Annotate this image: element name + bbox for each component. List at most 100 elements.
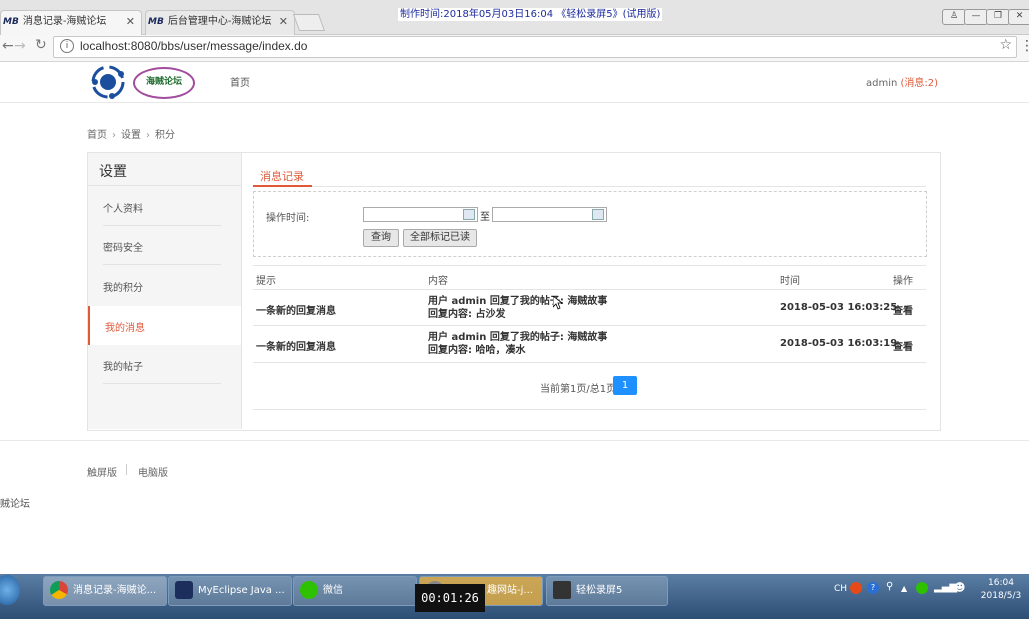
username[interactable]: admin: [866, 78, 897, 89]
chevron-right-icon: ›: [112, 130, 116, 141]
bookmark-star-icon[interactable]: ☆: [999, 37, 1012, 53]
divider: [253, 186, 926, 187]
divider: [126, 464, 127, 475]
forward-icon[interactable]: →: [14, 38, 26, 54]
site-logo-icon[interactable]: [90, 64, 126, 100]
calendar-icon[interactable]: [592, 209, 604, 220]
close-window-icon[interactable]: ✕: [1008, 9, 1029, 25]
pin-icon[interactable]: ⚲: [886, 581, 893, 592]
view-link[interactable]: 查看: [893, 302, 913, 317]
end-date-field[interactable]: [492, 207, 607, 222]
system-tray: CH ? ⚲ ▲ ▂▄▆ ☻: [828, 576, 968, 604]
back-icon[interactable]: ←: [2, 38, 14, 54]
browser-tab-messages[interactable]: MB 消息记录-海贼论坛 ✕: [0, 10, 142, 35]
sidebar-item-posts[interactable]: 我的帖子: [88, 345, 241, 384]
taskbar-item-label: MyEclipse Java ...: [198, 585, 285, 596]
sidebar-item-points[interactable]: 我的积分: [88, 266, 241, 305]
footer-site-name: 贼论坛: [0, 499, 30, 510]
minimize-icon[interactable]: —: [964, 9, 988, 25]
sidebar-item-label[interactable]: 密码安全: [103, 239, 143, 254]
reload-icon[interactable]: ↻: [35, 37, 47, 53]
taskbar-item-chrome[interactable]: 消息记录-海贼论...: [43, 576, 167, 606]
column-header-time: 时间: [780, 276, 800, 287]
restore-icon[interactable]: ❐: [986, 9, 1010, 25]
row-time: 2018-05-03 16:03:25: [780, 302, 898, 313]
row-content-line2: 回复内容: 占沙发: [428, 309, 506, 320]
breadcrumb-settings[interactable]: 设置: [121, 130, 141, 141]
row-tip: 一条新的回复消息: [256, 306, 336, 317]
system-clock[interactable]: 16:04 2018/5/3: [975, 577, 1027, 603]
breadcrumb-home[interactable]: 首页: [87, 130, 107, 141]
operation-time-label: 操作时间:: [266, 213, 310, 224]
site-favicon-icon: MB: [3, 17, 19, 27]
calendar-icon[interactable]: [463, 209, 475, 220]
divider: [88, 185, 241, 186]
expand-tray-icon[interactable]: ▲: [901, 584, 907, 593]
sidebar-item-label[interactable]: 我的消息: [105, 319, 145, 334]
nav-home-link[interactable]: 首页: [230, 74, 250, 89]
myeclipse-icon: [175, 581, 193, 599]
page-button-1[interactable]: 1: [613, 376, 637, 395]
pagination-info: 当前第1页/总1页: [540, 384, 617, 395]
site-favicon-icon: MB: [148, 17, 164, 27]
chrome-icon: [50, 581, 68, 599]
sidebar-item-profile[interactable]: 个人资料: [88, 187, 241, 226]
query-button[interactable]: 查询: [363, 229, 399, 247]
filter-box: [253, 191, 927, 257]
clock-time: 16:04: [988, 578, 1014, 588]
divider: [253, 362, 926, 363]
pc-version-link[interactable]: 电脑版: [138, 464, 168, 479]
address-bar[interactable]: i localhost:8080/bbs/user/message/index.…: [53, 36, 1017, 58]
sidebar-item-password[interactable]: 密码安全: [88, 226, 241, 265]
view-link[interactable]: 查看: [893, 338, 913, 353]
help-icon[interactable]: ?: [867, 582, 879, 594]
qq-icon[interactable]: ☻: [954, 581, 965, 594]
column-header-content: 内容: [428, 276, 448, 287]
wechat-icon: [300, 581, 318, 599]
close-icon[interactable]: ✕: [279, 11, 288, 33]
breadcrumb-points[interactable]: 积分: [155, 130, 175, 141]
sidebar-item-label[interactable]: 我的积分: [103, 279, 143, 294]
taskbar-item-recorder[interactable]: 轻松录屏5: [546, 576, 668, 606]
menu-icon[interactable]: ⋮: [1020, 38, 1029, 54]
row-tip: 一条新的回复消息: [256, 342, 336, 353]
recording-timer: 00:01:26: [415, 584, 485, 612]
divider: [0, 440, 1029, 441]
mark-all-read-button[interactable]: 全部标记已读: [403, 229, 477, 247]
taskbar-item-label: 消息记录-海贼论...: [73, 585, 157, 596]
messages-badge[interactable]: (消息:2): [901, 78, 939, 89]
sogou-icon[interactable]: [850, 582, 862, 594]
recorder-watermark: 制作时间:2018年05月03日16:04 《轻松录屏5》(试用版): [398, 8, 663, 21]
input-language[interactable]: CH: [834, 584, 847, 594]
user-icon[interactable]: ♙: [942, 9, 966, 25]
to-label: 至: [480, 212, 490, 223]
wechat-tray-icon[interactable]: [916, 582, 928, 594]
clock-date: 2018/5/3: [980, 591, 1022, 601]
mouse-cursor-icon: [553, 296, 563, 310]
sidebar-item-label[interactable]: 我的帖子: [103, 358, 143, 373]
chevron-right-icon: ›: [146, 130, 150, 141]
recorder-icon: [553, 581, 571, 599]
column-header-tip: 提示: [256, 276, 276, 287]
row-content-line1: 用户 admin 回复了我的帖子: 海贼故事: [428, 296, 608, 307]
row-time: 2018-05-03 16:03:19: [780, 338, 898, 349]
touch-version-link[interactable]: 触屏版: [87, 464, 117, 479]
taskbar-item-label: 轻松录屏5: [576, 585, 623, 596]
sidebar-item-label[interactable]: 个人资料: [103, 200, 143, 215]
column-header-action: 操作: [893, 276, 913, 287]
user-menu[interactable]: admin (消息:2): [866, 74, 938, 89]
close-icon[interactable]: ✕: [126, 11, 135, 33]
url-text[interactable]: localhost:8080/bbs/user/message/index.do: [80, 39, 307, 53]
sidebar-item-messages[interactable]: 我的消息: [88, 306, 241, 345]
info-icon[interactable]: i: [60, 39, 74, 53]
site-logo-text[interactable]: 海贼论坛: [133, 67, 195, 99]
taskbar-item-myeclipse[interactable]: MyEclipse Java ...: [168, 576, 292, 606]
browser-tab-admin[interactable]: MB 后台管理中心-海贼论坛 ✕: [145, 10, 295, 35]
taskbar-item-wechat[interactable]: 微信: [293, 576, 417, 606]
taskbar-item-label: 微信: [323, 585, 343, 596]
row-content-line1: 用户 admin 回复了我的帖子: 海贼故事: [428, 332, 608, 343]
tab-message-records[interactable]: 消息记录: [260, 168, 304, 184]
start-date-field[interactable]: [363, 207, 478, 222]
divider: [253, 409, 926, 410]
breadcrumb: 首页 › 设置 › 积分: [87, 126, 175, 141]
